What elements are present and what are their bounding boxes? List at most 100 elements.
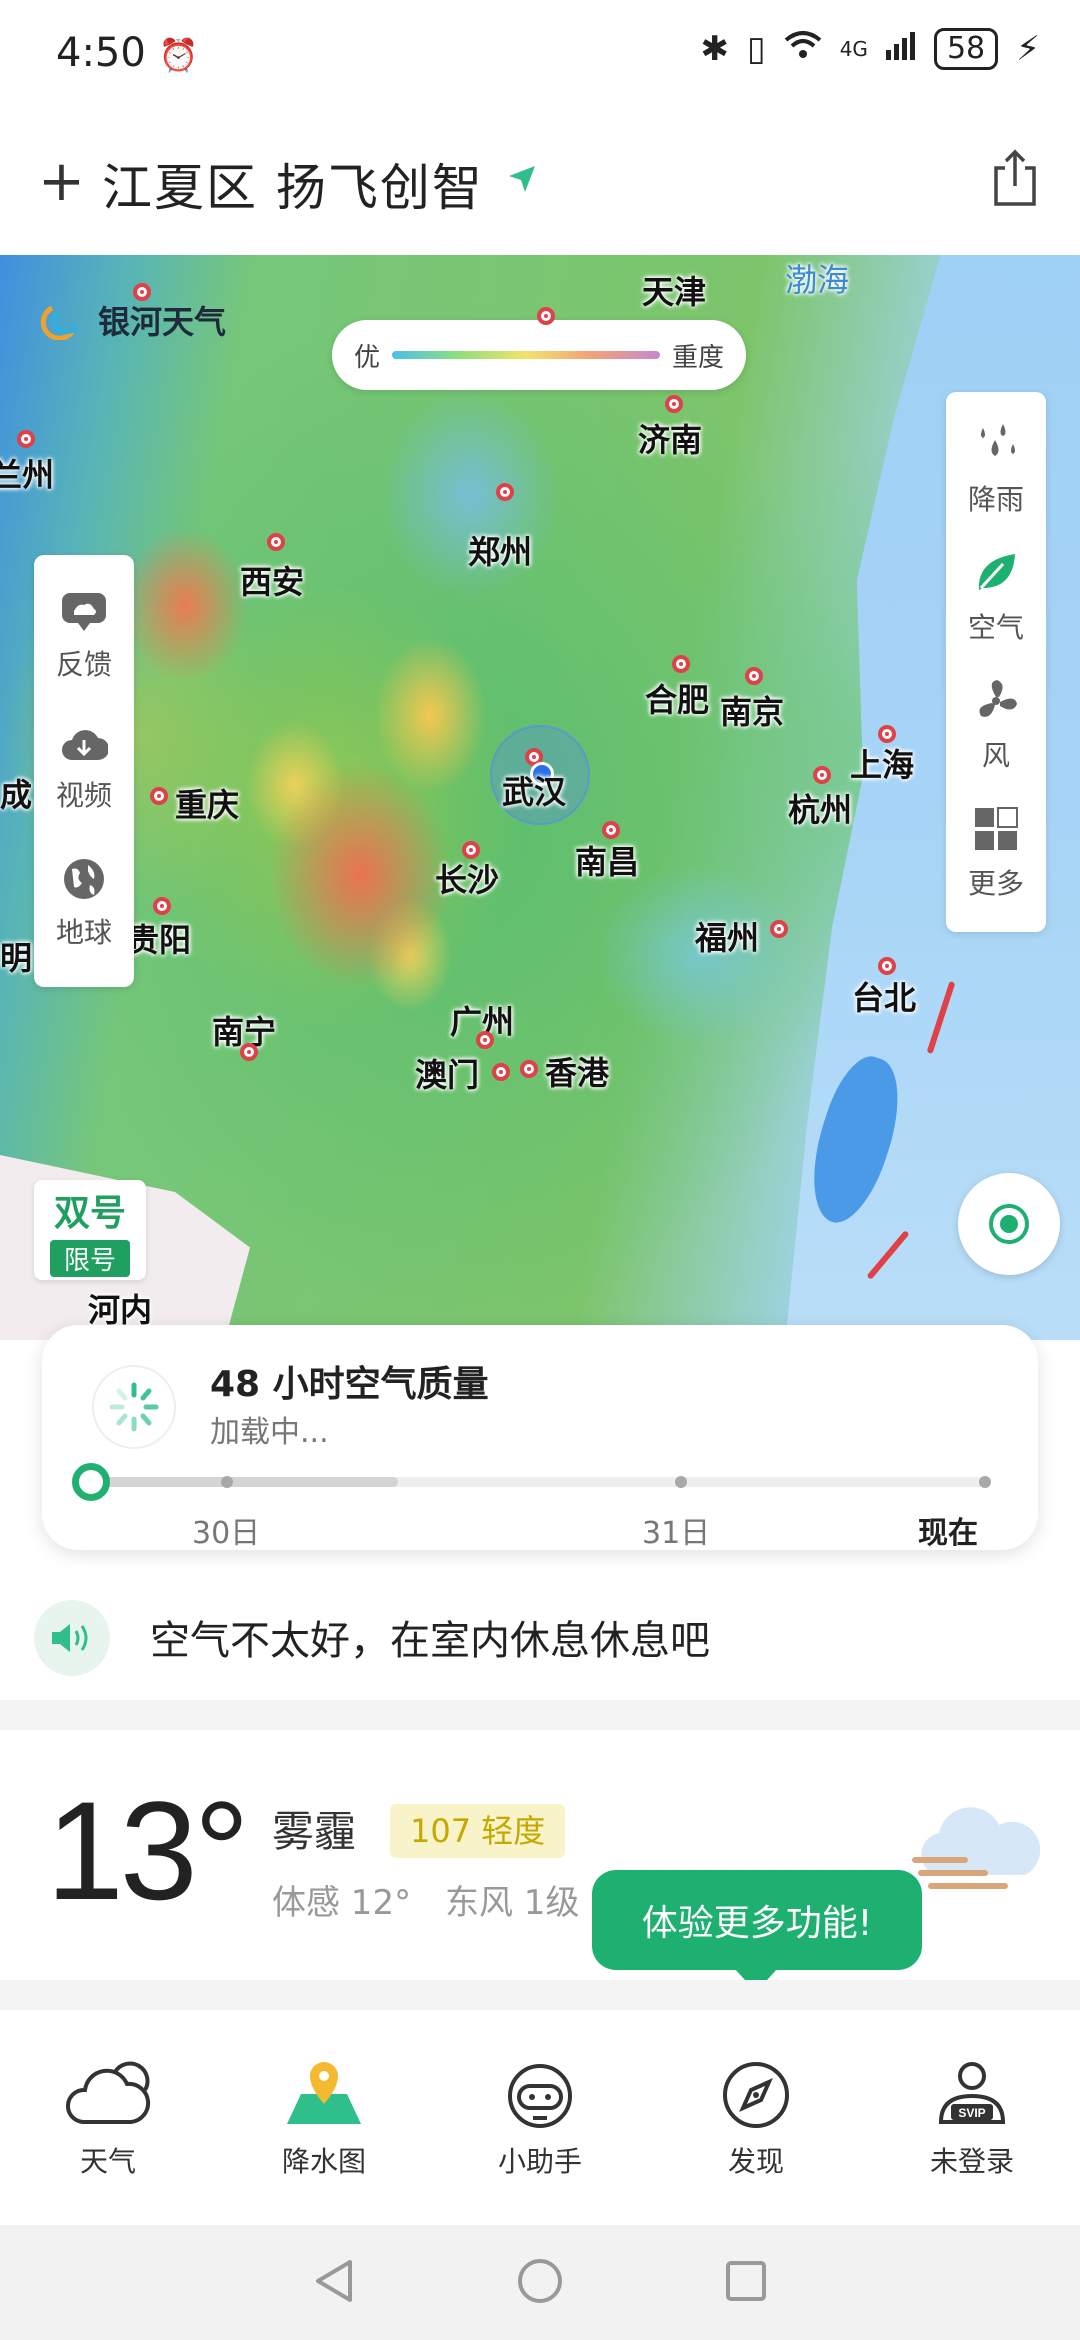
haze-cloud-icon bbox=[905, 1805, 1045, 1909]
city-label-nanchang[interactable]: 南昌 bbox=[575, 837, 639, 883]
city-label-guiyang[interactable]: 贵阳 bbox=[127, 915, 191, 961]
city-pin bbox=[267, 533, 285, 551]
city-label-aomen[interactable]: 澳门 bbox=[415, 1050, 479, 1096]
location-title[interactable]: 江夏区 扬飞创智 bbox=[102, 148, 484, 220]
video-button[interactable]: 视频 bbox=[56, 726, 112, 814]
air-quality-map[interactable]: 银河天气 优 重度 天津 渤海 济南 兰州 郑州 西安 合肥 南京 上海 杭州 … bbox=[0, 255, 1080, 1340]
wind-info: 东风 1级 bbox=[445, 1883, 580, 1923]
speaker-icon[interactable] bbox=[34, 1600, 110, 1676]
back-icon[interactable] bbox=[312, 2258, 356, 2308]
signal-icon bbox=[885, 29, 916, 69]
city-pin bbox=[745, 667, 763, 685]
section-divider bbox=[0, 1980, 1080, 2010]
user-svip-icon: SVIP bbox=[938, 2062, 1006, 2124]
city-label-ming[interactable]: 明 bbox=[0, 933, 32, 979]
recents-icon[interactable] bbox=[724, 2259, 768, 2307]
wifi-icon bbox=[784, 29, 822, 69]
timeline-label-now: 现在 bbox=[918, 1516, 978, 1551]
map-layer-toolbar: 降雨 空气 风 更多 bbox=[946, 392, 1046, 932]
plate-restriction-badge[interactable]: 双号 限号 bbox=[34, 1180, 146, 1280]
city-pin bbox=[520, 1060, 538, 1078]
cloud-icon bbox=[66, 2061, 151, 2124]
layer-rain-button[interactable]: 降雨 bbox=[968, 422, 1024, 518]
city-label-zhengzhou[interactable]: 郑州 bbox=[468, 527, 532, 573]
status-time: 4:50 ⏰ bbox=[56, 30, 199, 76]
timeline-progress bbox=[88, 1477, 398, 1487]
city-label-hangzhou[interactable]: 杭州 bbox=[788, 785, 852, 831]
globe-icon bbox=[63, 859, 104, 900]
aqi-card-status: 加载中... bbox=[210, 1415, 329, 1450]
map-left-toolbar: 反馈 视频 地球 bbox=[34, 555, 134, 987]
city-pin bbox=[496, 483, 514, 501]
city-pin bbox=[240, 1043, 258, 1061]
share-icon[interactable] bbox=[990, 148, 1040, 212]
globe-button[interactable]: 地球 bbox=[56, 857, 112, 951]
feature-tooltip[interactable]: 体验更多功能! bbox=[592, 1870, 922, 1992]
timeline-tick bbox=[675, 1476, 687, 1488]
layer-more-button[interactable]: 更多 bbox=[968, 806, 1024, 902]
nav-precip-map[interactable]: 降水图 bbox=[216, 2030, 432, 2225]
timeline-label-31: 31日 bbox=[642, 1516, 711, 1551]
nav-assistant[interactable]: 小助手 bbox=[432, 2030, 648, 2225]
nav-discover[interactable]: 发现 bbox=[648, 2030, 864, 2225]
feels-like: 体感 12° bbox=[272, 1883, 412, 1923]
voice-advice-row[interactable]: 空气不太好，在室内休息休息吧 bbox=[0, 1578, 1080, 1698]
aqi-badge[interactable]: 107 轻度 bbox=[390, 1804, 566, 1858]
cloud-download-icon bbox=[61, 730, 108, 760]
svg-text:SVIP: SVIP bbox=[958, 2106, 985, 2120]
layer-wind-button[interactable]: 风 bbox=[973, 678, 1019, 774]
brand-cloud-icon bbox=[40, 305, 79, 340]
section-divider bbox=[0, 1700, 1080, 1730]
city-label-shanghai[interactable]: 上海 bbox=[850, 740, 914, 786]
city-label-nanjing[interactable]: 南京 bbox=[720, 687, 784, 733]
city-label-xian[interactable]: 西安 bbox=[240, 557, 304, 603]
city-label-fuzhou[interactable]: 福州 bbox=[695, 913, 759, 959]
battery-indicator: 58 bbox=[933, 28, 999, 70]
city-pin bbox=[665, 395, 683, 413]
feedback-button[interactable]: 反馈 bbox=[56, 591, 112, 683]
city-label-lanzhou[interactable]: 兰州 bbox=[0, 450, 54, 496]
timeline-handle[interactable] bbox=[72, 1463, 110, 1501]
city-label-tianjin[interactable]: 天津 bbox=[642, 267, 706, 313]
city-label-changsha[interactable]: 长沙 bbox=[435, 855, 499, 901]
city-label-cheng[interactable]: 成 bbox=[0, 770, 32, 816]
brand-logo: 银河天气 bbox=[32, 297, 226, 343]
city-pin bbox=[537, 307, 555, 325]
nav-profile[interactable]: SVIP 未登录 bbox=[864, 2030, 1080, 2225]
city-label-chongqing[interactable]: 重庆 bbox=[175, 780, 239, 826]
alarm-icon: ⏰ bbox=[158, 36, 199, 74]
location-arrow-icon bbox=[505, 162, 539, 200]
legend-gradient bbox=[392, 351, 660, 359]
feedback-icon bbox=[61, 592, 106, 631]
system-nav-bar bbox=[0, 2225, 1080, 2340]
timeline-tick bbox=[221, 1476, 233, 1488]
aqi-card-title: 48 小时空气质量 bbox=[210, 1364, 489, 1405]
layer-air-button[interactable]: 空气 bbox=[968, 550, 1024, 646]
city-label-wuhan[interactable]: 武汉 bbox=[502, 767, 566, 813]
city-label-hefei[interactable]: 合肥 bbox=[645, 675, 709, 721]
network-type: 4G bbox=[839, 37, 868, 61]
city-label-taibei[interactable]: 台北 bbox=[852, 973, 916, 1019]
timeline-tick bbox=[979, 1476, 991, 1488]
city-label-jinan[interactable]: 济南 bbox=[638, 415, 702, 461]
locate-me-button[interactable] bbox=[958, 1173, 1060, 1275]
rain-drops-icon bbox=[980, 424, 1015, 456]
city-pin bbox=[133, 283, 151, 301]
loading-spinner-icon bbox=[92, 1365, 176, 1449]
aqi-legend: 优 重度 bbox=[332, 320, 746, 390]
header: + 江夏区 扬飞创智 bbox=[0, 100, 1080, 255]
nav-weather[interactable]: 天气 bbox=[0, 2030, 216, 2225]
city-pin bbox=[153, 897, 171, 915]
vibrate-icon: ▯ bbox=[746, 29, 766, 69]
home-icon[interactable] bbox=[516, 2257, 564, 2309]
add-city-icon[interactable]: + bbox=[38, 154, 85, 210]
bluetooth-icon: ✱ bbox=[700, 29, 729, 69]
status-icons: ✱ ▯ 4G 58 ⚡ bbox=[700, 28, 1040, 70]
city-pin bbox=[813, 766, 831, 784]
compass-icon bbox=[723, 2062, 789, 2128]
city-label-xianggang[interactable]: 香港 bbox=[545, 1048, 609, 1094]
aqi-48h-card: 48 小时空气质量 加载中... 30日 31日 现在 bbox=[42, 1325, 1038, 1551]
charging-icon: ⚡ bbox=[1016, 29, 1040, 69]
weather-condition: 雾霾 bbox=[272, 1807, 357, 1856]
city-pin bbox=[672, 655, 690, 673]
